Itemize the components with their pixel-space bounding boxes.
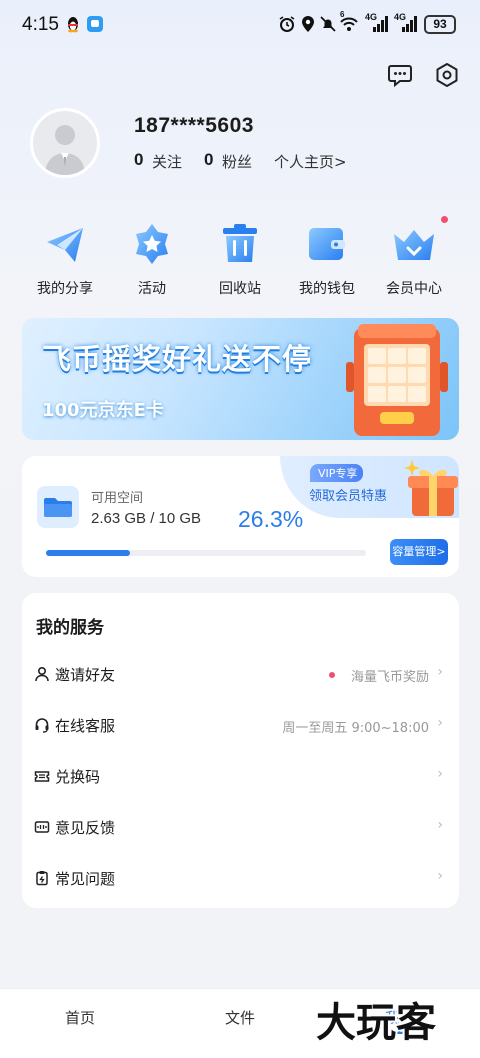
app-notification-icon xyxy=(87,16,103,32)
following-label[interactable]: 关注 xyxy=(152,151,182,172)
banner-title: 飞币摇奖好礼送不停 xyxy=(42,342,313,376)
shortcut-wallet[interactable]: 我的钱包 xyxy=(284,222,370,302)
battery-indicator: 93 xyxy=(424,15,456,34)
wallet-icon xyxy=(309,228,345,260)
shortcut-label: 活动 xyxy=(138,281,166,297)
service-label: 在线客服 xyxy=(55,717,116,735)
available-space-label: 可用空间 xyxy=(91,491,144,506)
status-time: 4:15 xyxy=(22,14,59,35)
storage-progress-fill xyxy=(46,550,131,556)
wifi-badge: 6 xyxy=(340,10,345,19)
chevron-right-icon: › xyxy=(437,868,443,884)
following-count[interactable]: 0 xyxy=(134,150,143,170)
shortcut-label: 我的钱包 xyxy=(299,281,355,297)
signal-icon xyxy=(373,16,388,32)
fans-count[interactable]: 0 xyxy=(204,150,213,170)
services-title: 我的服务 xyxy=(36,618,104,638)
banner-subtitle: 100元京东E卡 xyxy=(42,400,164,421)
chevron-right-icon: › xyxy=(437,766,443,782)
service-hint: 周一至周五 9:00~18:00 xyxy=(282,721,429,736)
shortcut-label: 会员中心 xyxy=(386,281,442,297)
folder-icon xyxy=(44,498,72,517)
vip-offer-link[interactable]: 领取会员特惠 xyxy=(309,485,387,504)
storage-progress-track xyxy=(46,550,366,556)
crown-icon xyxy=(394,230,434,260)
notification-dot xyxy=(441,216,448,223)
service-row-invite-friends[interactable]: 邀请好友 海量飞币奖励 › xyxy=(22,650,459,701)
service-row-redeem-code[interactable]: 兑换码 › xyxy=(22,752,459,803)
promo-banner[interactable]: 飞币摇奖好礼送不停 100元京东E卡 xyxy=(22,318,459,440)
shortcut-activity[interactable]: 活动 xyxy=(109,222,195,302)
service-label: 意见反馈 xyxy=(55,819,116,837)
chevron-right-icon: › xyxy=(437,664,443,680)
watermark-text: 大玩客 xyxy=(316,1000,436,1046)
location-icon xyxy=(302,16,314,32)
status-bar: 4:15 6 4G 4G 93 xyxy=(0,0,480,50)
ticket-icon xyxy=(34,771,50,782)
service-row-online-support[interactable]: 在线客服 周一至周五 9:00~18:00 › xyxy=(22,701,459,752)
service-row-faq[interactable]: 常见问题 › xyxy=(22,854,459,905)
personal-homepage-link[interactable]: 个人主页> xyxy=(274,151,347,172)
settings-icon[interactable] xyxy=(434,62,460,88)
service-hint: 海量飞币奖励 xyxy=(350,670,429,685)
alarm-icon xyxy=(279,16,295,32)
service-label: 常见问题 xyxy=(55,870,116,888)
headset-icon xyxy=(35,718,49,733)
star-badge-icon xyxy=(136,224,168,264)
shortcut-recycle-bin[interactable]: 回收站 xyxy=(197,222,283,302)
mute-bell-icon xyxy=(320,16,336,32)
service-row-feedback[interactable]: 意见反馈 › xyxy=(22,803,459,854)
slot-machine-illustration xyxy=(346,324,448,436)
capacity-management-button[interactable]: 容量管理> xyxy=(390,539,448,565)
paper-plane-icon xyxy=(47,228,83,262)
storage-card: VIP专享 领取会员特惠 可用空间 2.63 GB / 10 GB 26.3% … xyxy=(22,456,459,577)
message-icon[interactable] xyxy=(387,62,413,88)
service-label: 邀请好友 xyxy=(55,666,116,684)
penguin-icon xyxy=(68,17,78,33)
storage-folder-badge xyxy=(37,486,79,528)
chevron-right-icon: › xyxy=(437,817,443,833)
vip-tag: VIP专享 xyxy=(310,464,364,482)
default-avatar-icon xyxy=(45,125,85,175)
storage-percent: 26.3% xyxy=(238,506,304,532)
tab-files[interactable]: 文件 xyxy=(200,1007,280,1028)
my-services-card: 我的服务 邀请好友 海量飞币奖励 › 在线客服 周一至周五 9:00~18:00… xyxy=(22,593,459,908)
signal-icon xyxy=(402,16,417,32)
shortcut-label: 我的分享 xyxy=(37,281,93,297)
clipboard-icon xyxy=(36,871,48,886)
avatar[interactable] xyxy=(30,108,100,178)
shortcut-label: 回收站 xyxy=(219,281,261,297)
shortcut-member-center[interactable]: 会员中心 xyxy=(371,222,457,302)
user-phone: 187****5603 xyxy=(134,114,254,137)
tab-home[interactable]: 首页 xyxy=(40,1007,120,1028)
chevron-right-icon: › xyxy=(437,715,443,731)
person-icon xyxy=(35,666,49,682)
service-label: 兑换码 xyxy=(55,768,101,786)
trash-icon xyxy=(223,224,257,262)
reward-dot xyxy=(329,672,335,678)
fans-label[interactable]: 粉丝 xyxy=(222,151,252,172)
shortcut-my-shares[interactable]: 我的分享 xyxy=(22,222,108,302)
available-space-value: 2.63 GB / 10 GB xyxy=(91,510,202,527)
feedback-icon xyxy=(34,821,50,833)
gift-icon xyxy=(404,460,458,516)
